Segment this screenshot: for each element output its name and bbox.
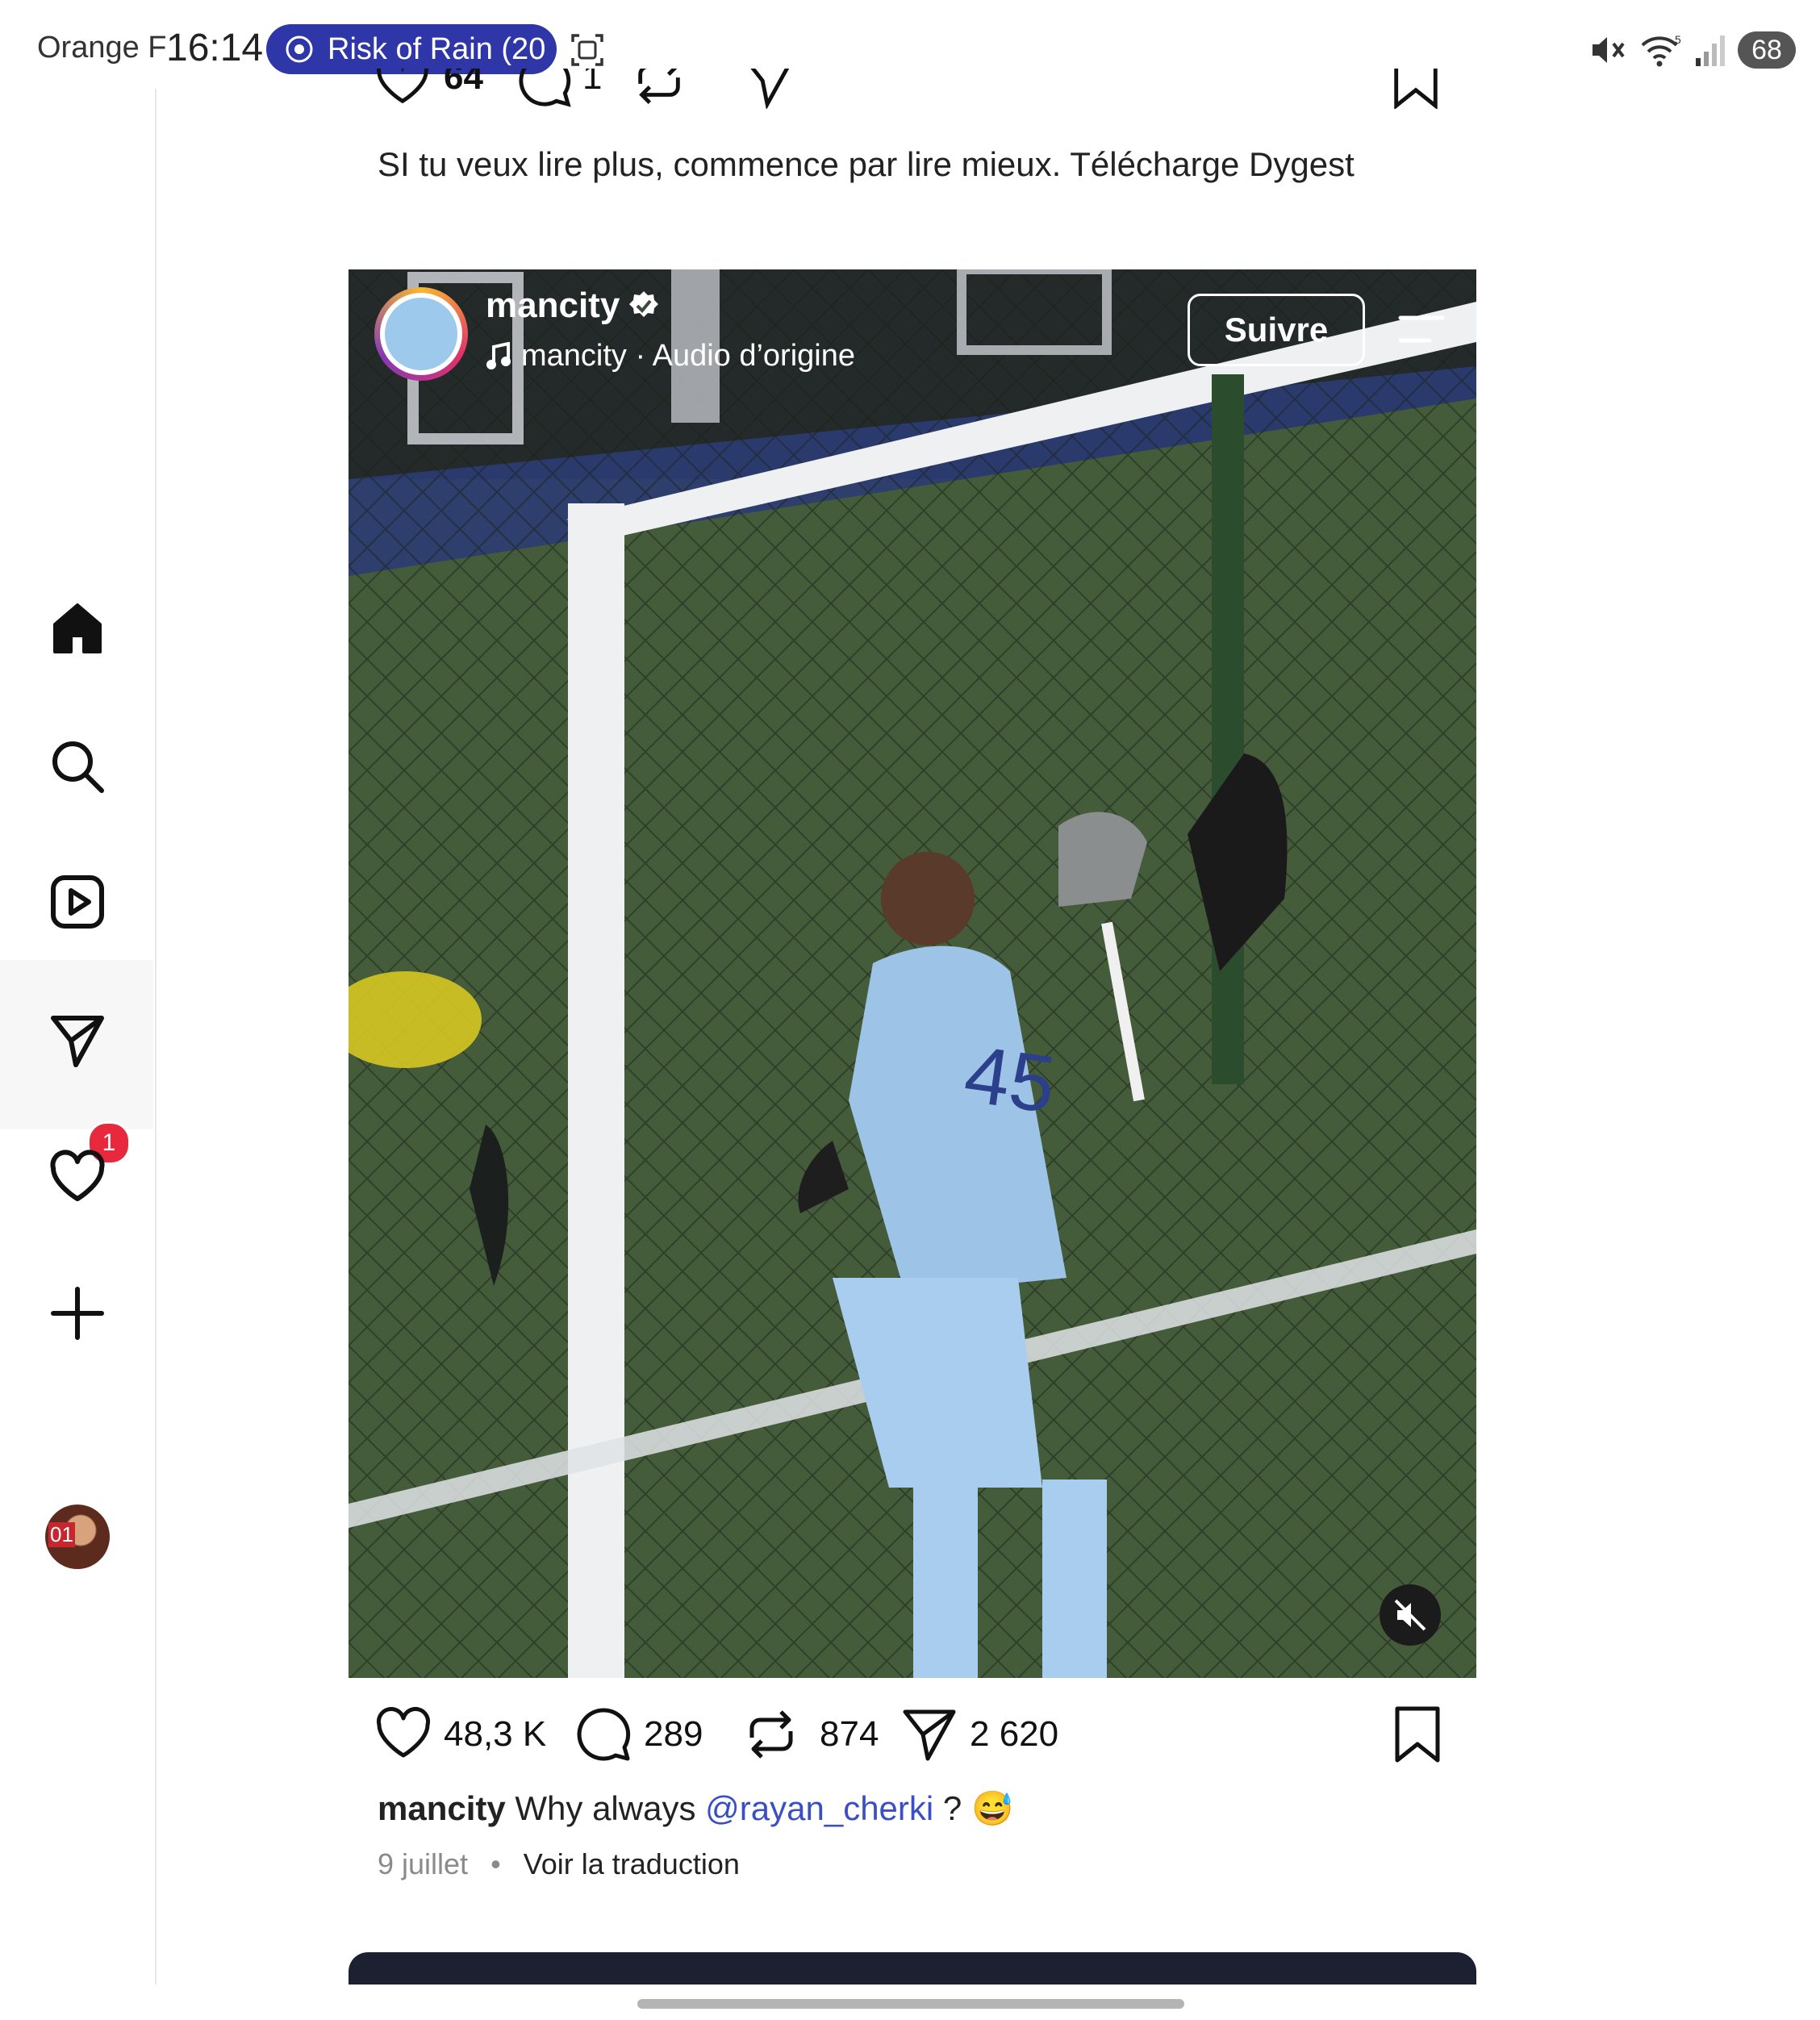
reel-audio[interactable]: mancity · Audio d’origine: [486, 339, 855, 374]
previous-post-caption: SI tu veux lire plus, commence par lire …: [378, 145, 1355, 183]
svg-text:5: 5: [1675, 33, 1681, 46]
caption-text-end: ?: [942, 1789, 962, 1827]
heart-icon: [50, 1150, 105, 1201]
carrier-name: Orange F: [37, 31, 167, 65]
heart-icon: [376, 1707, 431, 1758]
status-clock: 16:14: [166, 27, 264, 69]
screenshot-icon[interactable]: [570, 32, 605, 68]
battery-indicator: 68: [1738, 31, 1796, 69]
media-playback-pill[interactable]: Risk of Rain (20: [266, 24, 557, 74]
post-actions: 48,3 K 289 874 2 620: [374, 1702, 1447, 1767]
verified-badge-icon: [629, 291, 659, 317]
repost-action[interactable]: 874: [742, 1702, 879, 1767]
svg-text:45: 45: [959, 1029, 1061, 1130]
home-icon: [53, 603, 102, 653]
video-frame: 45: [349, 269, 1476, 1678]
reels-icon: [51, 875, 104, 929]
share-icon: [903, 1709, 956, 1761]
translate-link[interactable]: Voir la traduction: [524, 1847, 740, 1880]
next-post-preview[interactable]: [349, 1952, 1476, 1985]
meta-separator: •: [490, 1847, 501, 1880]
post-meta: 9 juillet • Voir la traduction: [378, 1847, 740, 1881]
comment-action[interactable]: 289: [574, 1702, 703, 1767]
menu-icon[interactable]: [1397, 313, 1446, 345]
like-count: 48,3 K: [444, 1714, 547, 1754]
muted-speaker-icon: [1394, 1599, 1426, 1631]
nav-create[interactable]: [45, 1281, 110, 1346]
home-indicator[interactable]: [637, 1999, 1184, 2009]
reel-video[interactable]: 45 mancity mancity · Audio d’origine Sui…: [349, 269, 1476, 1678]
music-note-icon: [486, 341, 511, 369]
repost-count: 874: [820, 1714, 879, 1754]
comment-count: 289: [644, 1714, 703, 1754]
heart-icon[interactable]: [374, 69, 431, 109]
nav-reels[interactable]: [45, 870, 110, 934]
nav-messages[interactable]: [45, 1008, 110, 1073]
caption-mention[interactable]: @rayan_cherki: [705, 1789, 933, 1827]
left-navigation: 1 01: [0, 89, 157, 1985]
caption-username[interactable]: mancity: [378, 1789, 506, 1827]
previous-like-count: 64: [444, 69, 483, 97]
caption-emoji: 😅: [971, 1789, 1014, 1827]
wifi-icon: 5: [1641, 33, 1681, 67]
club-crest-icon: [385, 298, 457, 370]
follow-button[interactable]: Suivre: [1188, 294, 1365, 366]
play-circle-icon: [286, 35, 313, 63]
messages-icon: [51, 1016, 104, 1067]
search-icon: [52, 741, 104, 793]
nav-search[interactable]: [45, 734, 110, 799]
previous-post-actions: 64 1: [374, 69, 1447, 125]
previous-comment-count: 1: [582, 69, 603, 97]
reel-author-avatar[interactable]: [374, 287, 468, 381]
reel-header: mancity mancity · Audio d’origine Suivre: [349, 269, 1476, 399]
mute-button[interactable]: [1380, 1584, 1441, 1646]
share-icon[interactable]: [741, 69, 797, 109]
like-action[interactable]: 48,3 K: [374, 1702, 546, 1767]
reel-username[interactable]: mancity: [486, 286, 660, 326]
post-date: 9 juillet: [378, 1847, 469, 1880]
media-title: Risk of Rain (20: [328, 31, 546, 66]
share-count: 2 620: [970, 1714, 1059, 1754]
share-action[interactable]: 2 620: [900, 1702, 1058, 1767]
post-caption: mancity Why always @rayan_cherki ? 😅: [378, 1789, 1013, 1829]
bookmark-icon: [1395, 1706, 1440, 1763]
save-action[interactable]: [1392, 1702, 1442, 1767]
cell-signal-icon: [1696, 35, 1725, 66]
profile-avatar[interactable]: 01: [45, 1505, 110, 1569]
system-icons: 5 68: [1589, 27, 1796, 73]
repost-icon[interactable]: [631, 69, 687, 109]
avatar-text: 01: [48, 1522, 75, 1547]
repost-icon: [749, 1710, 793, 1759]
bookmark-icon[interactable]: [1391, 69, 1441, 109]
nav-home[interactable]: [45, 597, 110, 662]
caption-text: Why always: [515, 1789, 696, 1827]
comment-icon: [577, 1708, 631, 1761]
plus-icon: [51, 1287, 104, 1340]
muted-speaker-icon: [1592, 37, 1625, 63]
comment-icon[interactable]: [516, 69, 573, 109]
nav-notifications[interactable]: [45, 1146, 110, 1210]
